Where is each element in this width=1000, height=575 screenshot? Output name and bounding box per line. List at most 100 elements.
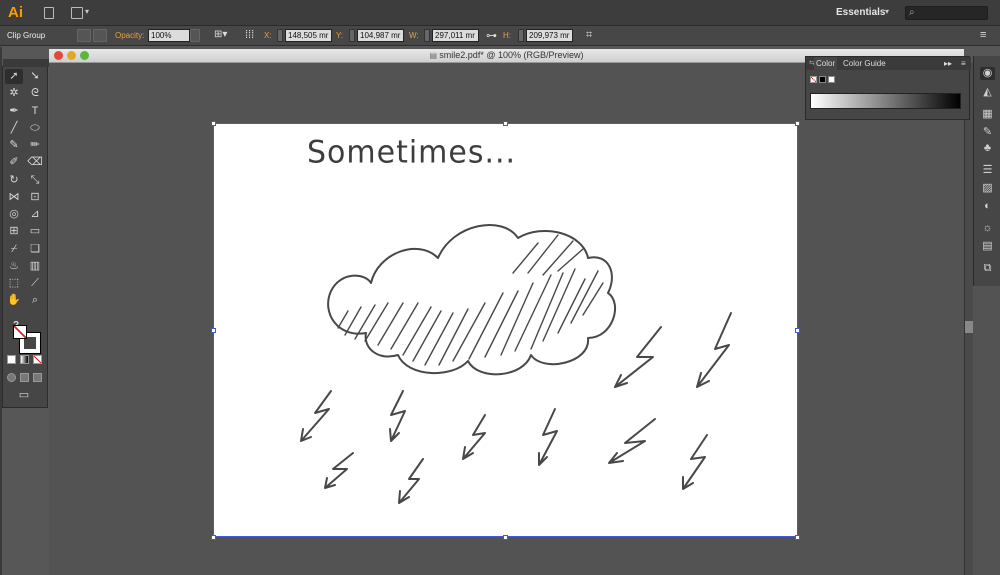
storm-cloud-drawing xyxy=(300,224,732,504)
x-stepper[interactable] xyxy=(277,29,283,42)
y-stepper[interactable] xyxy=(349,29,355,42)
tab-color[interactable]: Color xyxy=(814,57,838,70)
lasso-tool-icon[interactable]: ᘓ xyxy=(26,86,44,101)
swatches-icon[interactable]: ▦ xyxy=(980,108,995,121)
resize-handle-middle-left[interactable] xyxy=(211,328,216,333)
color-none-swatch[interactable] xyxy=(810,76,817,83)
pencil-tool-icon[interactable]: ✏ xyxy=(26,138,44,153)
color-guide-icon[interactable]: ◭ xyxy=(980,86,995,99)
perspective-grid-tool-icon[interactable]: ⊿ xyxy=(26,207,44,222)
paintbrush-tool-icon[interactable]: ✎ xyxy=(5,138,23,153)
fill-mode-gradient[interactable] xyxy=(20,355,29,364)
mesh-tool-icon[interactable]: ⊞ xyxy=(5,224,23,239)
reference-point-icon[interactable]: ⁞⁞⁞ xyxy=(245,29,254,41)
artboard[interactable]: Sometimes... xyxy=(213,123,798,537)
fill-mode-none[interactable] xyxy=(33,355,42,364)
opacity-label[interactable]: Opacity: xyxy=(115,31,144,40)
stroke-icon[interactable]: ☰ xyxy=(980,164,995,177)
draw-normal-icon[interactable] xyxy=(7,373,16,382)
rotate-tool-icon[interactable]: ↻ xyxy=(5,173,23,188)
hand-tool-icon[interactable]: ✋ xyxy=(5,293,23,308)
arrange-documents-icon[interactable] xyxy=(71,7,83,19)
pen-tool-icon[interactable]: ✒ xyxy=(5,104,23,119)
fill-mode-color[interactable] xyxy=(7,355,16,364)
column-graph-tool-icon[interactable]: ▥ xyxy=(26,259,44,274)
symbols-icon[interactable]: ♣ xyxy=(980,142,995,155)
tools-panel: ➚ ➘ ✲ ᘓ ✒ T ╱ ⬭ ✎ ✏ ✐ ⌫ ↻ ⤡ ⋈ ⊡ ◎ ⊿ ⊞ ▭ … xyxy=(2,59,49,408)
vertical-scrollbar[interactable] xyxy=(964,63,973,575)
color-spectrum-bar[interactable] xyxy=(810,93,961,109)
edit-clipping-path-button[interactable] xyxy=(77,29,91,42)
transparency-icon[interactable]: ◐ xyxy=(980,200,995,213)
fill-stroke-widget[interactable] xyxy=(13,325,43,357)
graphic-styles-icon[interactable]: ▤ xyxy=(980,240,995,253)
opacity-field[interactable]: 100% xyxy=(148,29,190,42)
edit-contents-button[interactable] xyxy=(93,29,107,42)
resize-handle-bottom-left[interactable] xyxy=(211,535,216,540)
resize-handle-top-middle[interactable] xyxy=(503,121,508,126)
resize-handle-top-left[interactable] xyxy=(211,121,216,126)
panel-menu-icon[interactable]: ≡ xyxy=(980,29,986,41)
artboard-tool-icon[interactable]: ⬚ xyxy=(5,276,23,291)
resize-handle-bottom-middle[interactable] xyxy=(503,535,508,540)
tools-panel-header[interactable] xyxy=(3,59,49,67)
direct-selection-tool-icon[interactable]: ➘ xyxy=(26,69,44,84)
control-panel: Clip Group Opacity: 100% ⊞▾ ⁞⁞⁞ X: 148,5… xyxy=(0,26,1000,46)
selection-tool-icon[interactable]: ➚ xyxy=(5,69,23,84)
resize-handle-bottom-right[interactable] xyxy=(795,535,800,540)
blob-brush-tool-icon[interactable]: ✐ xyxy=(5,155,23,170)
w-stepper[interactable] xyxy=(424,29,430,42)
search-input[interactable]: ⌕ xyxy=(905,6,988,20)
line-segment-tool-icon[interactable]: ╱ xyxy=(5,121,23,136)
gradient-tool-icon[interactable]: ▭ xyxy=(26,224,44,239)
scale-tool-icon[interactable]: ⤡ xyxy=(26,173,44,188)
blend-tool-icon[interactable]: ❏ xyxy=(26,242,44,257)
ellipse-tool-icon[interactable]: ⬭ xyxy=(26,121,44,136)
free-transform-tool-icon[interactable]: ⊡ xyxy=(26,190,44,205)
zoom-tool-icon[interactable]: ⌕ xyxy=(26,293,44,308)
tab-color-guide[interactable]: Color Guide xyxy=(843,59,886,68)
type-tool-icon[interactable]: T xyxy=(26,104,44,119)
selection-type-label: Clip Group xyxy=(7,31,46,40)
fill-swatch-none[interactable] xyxy=(13,325,27,339)
resize-handle-top-right[interactable] xyxy=(795,121,800,126)
symbol-sprayer-tool-icon[interactable]: ♨ xyxy=(5,259,23,274)
eraser-tool-icon[interactable]: ⌫ xyxy=(26,155,44,170)
resize-handle-middle-right[interactable] xyxy=(795,328,800,333)
panel-options-icon[interactable]: ≡ xyxy=(961,59,966,68)
w-field[interactable]: 297,011 mr xyxy=(432,29,479,42)
appearance-icon[interactable]: ☼ xyxy=(980,222,995,235)
app-logo: Ai xyxy=(8,4,23,21)
width-tool-icon[interactable]: ⋈ xyxy=(5,190,23,205)
slice-tool-icon[interactable]: ⟋ xyxy=(26,276,44,291)
color-black-swatch[interactable] xyxy=(819,76,826,83)
vertical-scroll-thumb[interactable] xyxy=(965,321,973,333)
layers-icon[interactable]: ⧉ xyxy=(980,262,995,275)
draw-behind-icon[interactable] xyxy=(20,373,29,382)
gradient-icon[interactable]: ▨ xyxy=(980,182,995,195)
search-icon: ⌕ xyxy=(909,7,915,18)
screen-mode-icon[interactable]: ▭ xyxy=(15,388,33,403)
color-white-swatch[interactable] xyxy=(828,76,835,83)
panel-expand-icon[interactable]: ▸▸ xyxy=(944,59,952,68)
draw-inside-icon[interactable] xyxy=(33,373,42,382)
color-panel: ⇆ Color Color Guide ▸▸ ≡ xyxy=(805,56,971,120)
color-panel-icon[interactable]: ◉ xyxy=(980,67,995,80)
eyedropper-tool-icon[interactable]: ⌿ xyxy=(5,242,23,257)
brushes-icon[interactable]: ✎ xyxy=(980,126,995,139)
bridge-icon[interactable] xyxy=(44,7,54,19)
x-field[interactable]: 148,505 mr xyxy=(285,29,332,42)
transform-icon[interactable]: ⌗ xyxy=(586,29,592,42)
magic-wand-tool-icon[interactable]: ✲ xyxy=(5,86,23,101)
align-icon[interactable]: ⊞▾ xyxy=(214,29,227,40)
shape-builder-tool-icon[interactable]: ◎ xyxy=(5,207,23,222)
h-field[interactable]: 209,973 mr xyxy=(526,29,573,42)
constrain-proportions-icon[interactable]: ⊶ xyxy=(486,29,497,42)
y-field[interactable]: 104,987 mr xyxy=(357,29,404,42)
workspace-caret-icon[interactable]: ▾ xyxy=(885,7,889,16)
h-stepper[interactable] xyxy=(518,29,524,42)
opacity-dropdown-button[interactable] xyxy=(190,29,200,42)
workspace-switcher[interactable]: Essentials xyxy=(836,7,885,18)
arrange-caret-icon[interactable]: ▾ xyxy=(85,7,89,16)
y-label: Y: xyxy=(336,31,344,40)
